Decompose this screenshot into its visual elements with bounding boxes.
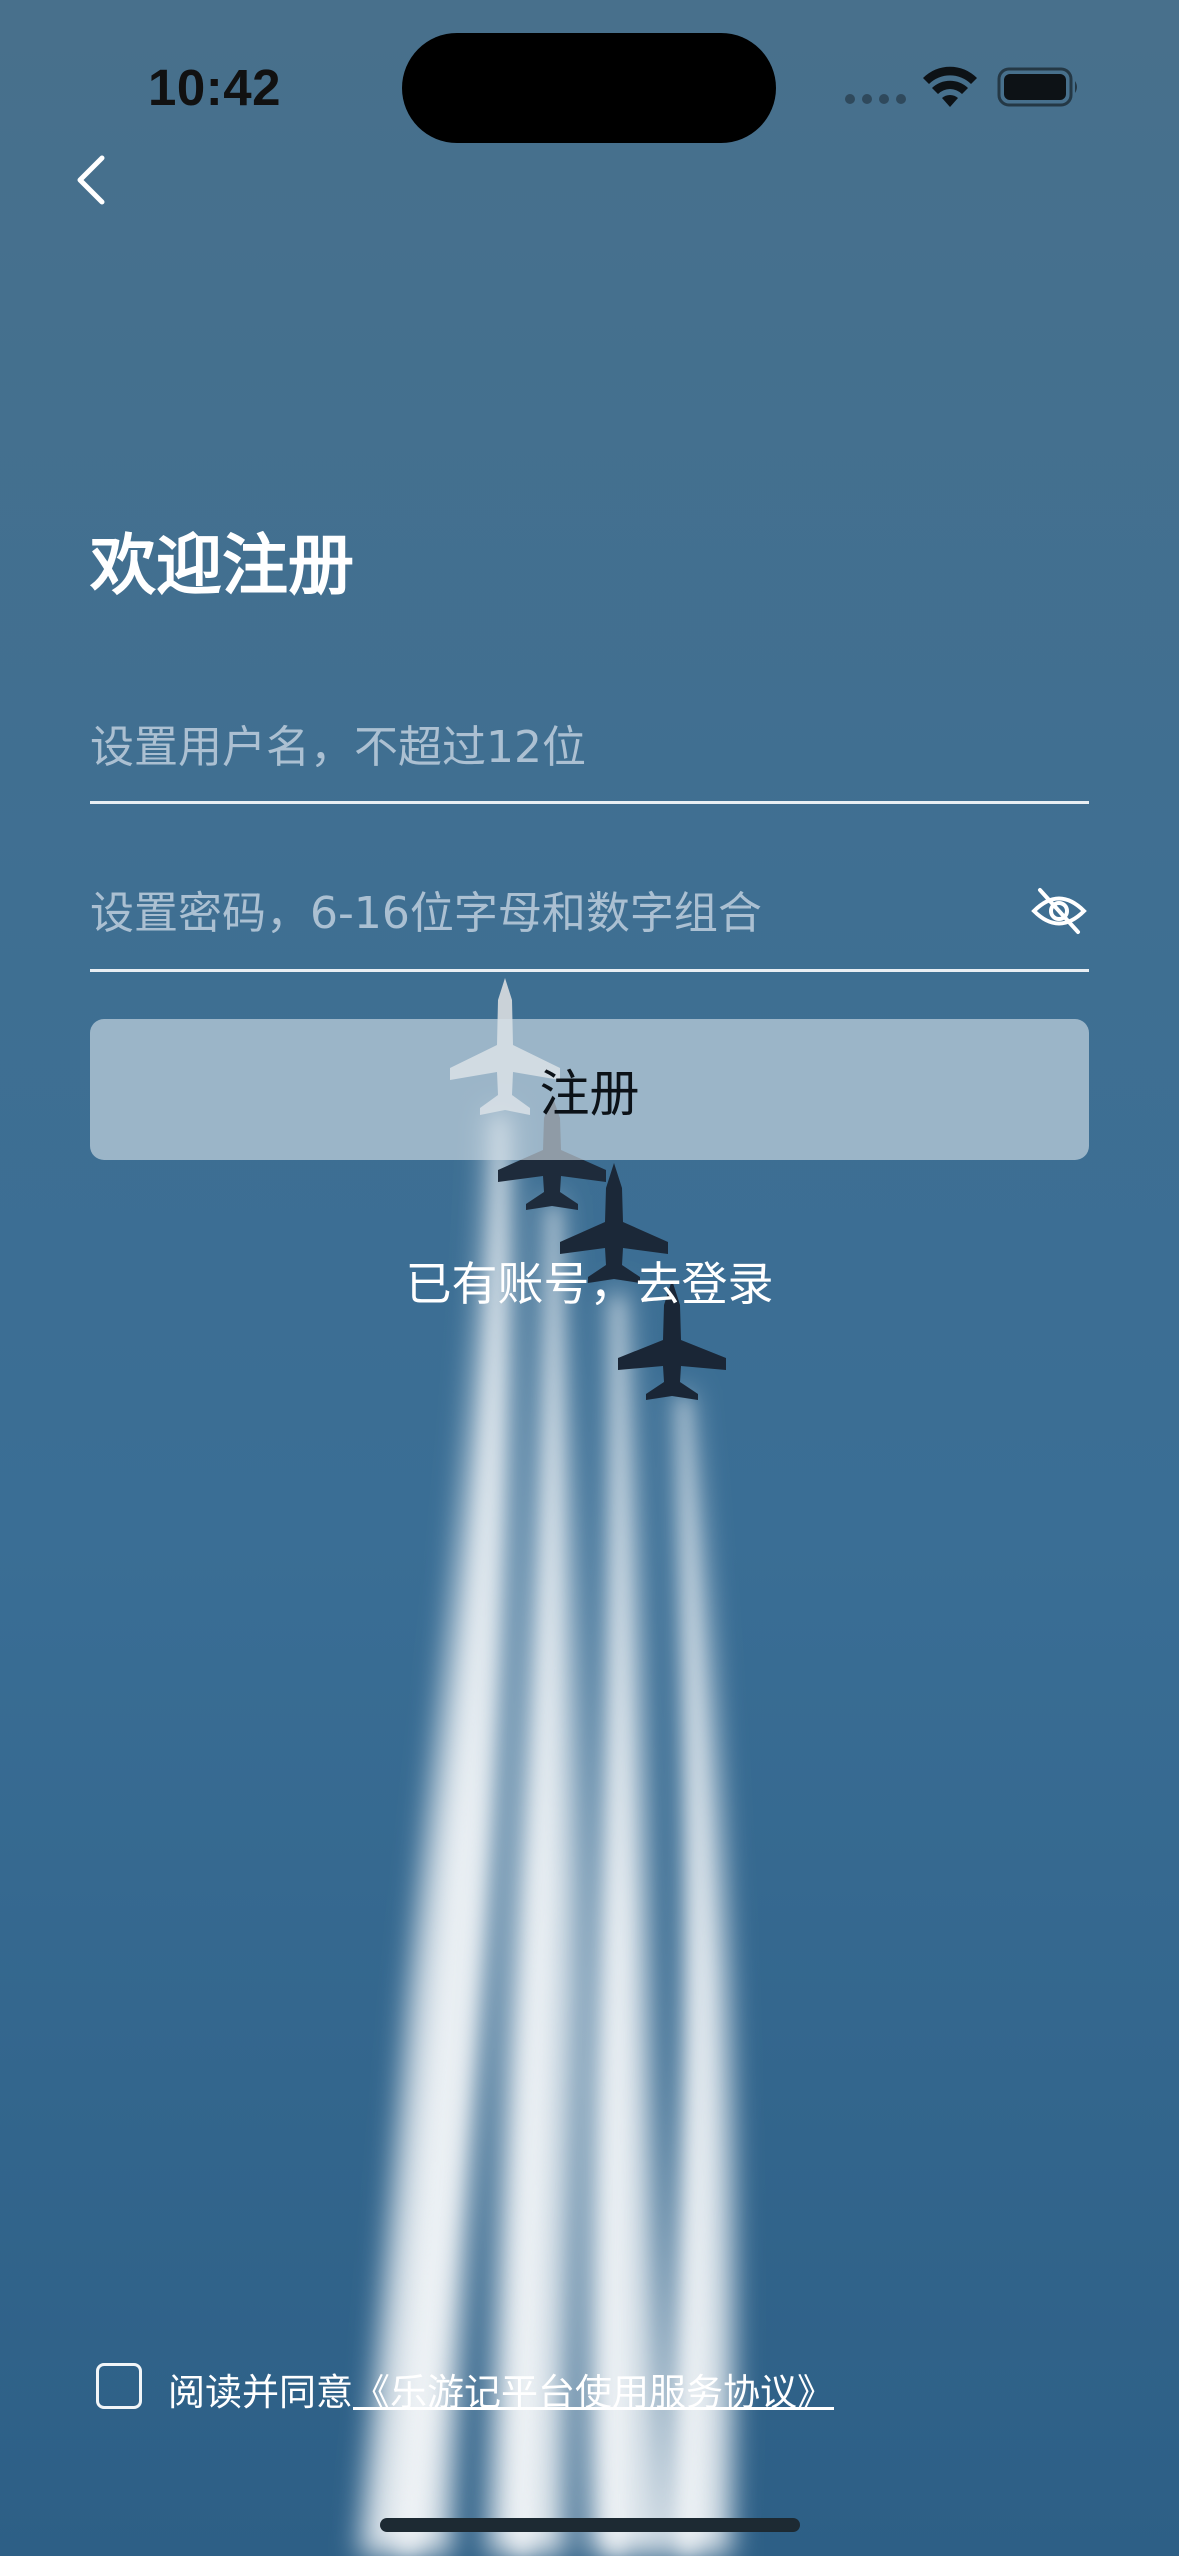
chevron-left-icon [77,155,105,205]
agreement-prefix: 阅读并同意 [168,2371,353,2414]
page-title: 欢迎注册 [90,527,354,604]
back-button[interactable] [66,150,126,210]
agreement-checkbox[interactable] [96,2363,142,2409]
register-screen: 10:42 欢迎注册 注册 已有账号，去登录 阅读并同意《乐游记平台使用服务协议 [0,0,1179,2556]
register-button[interactable]: 注册 [90,1019,1089,1160]
login-link[interactable]: 已有账号，去登录 [0,1248,1179,1314]
password-visibility-toggle[interactable] [1030,882,1088,940]
password-input[interactable] [90,878,990,948]
service-agreement-link[interactable]: 《乐游记平台使用服务协议》 [353,2371,834,2414]
wifi-icon [923,66,977,107]
dynamic-island [402,33,776,143]
cellular-signal-icon [845,94,907,106]
username-input[interactable] [90,712,1080,782]
battery-icon [997,67,1077,107]
agreement-text: 阅读并同意《乐游记平台使用服务协议》 [168,2362,834,2416]
username-underline [90,801,1089,804]
home-indicator [380,2518,800,2532]
eye-slash-icon [1031,888,1087,934]
status-time: 10:42 [148,59,281,116]
password-underline [90,969,1089,972]
